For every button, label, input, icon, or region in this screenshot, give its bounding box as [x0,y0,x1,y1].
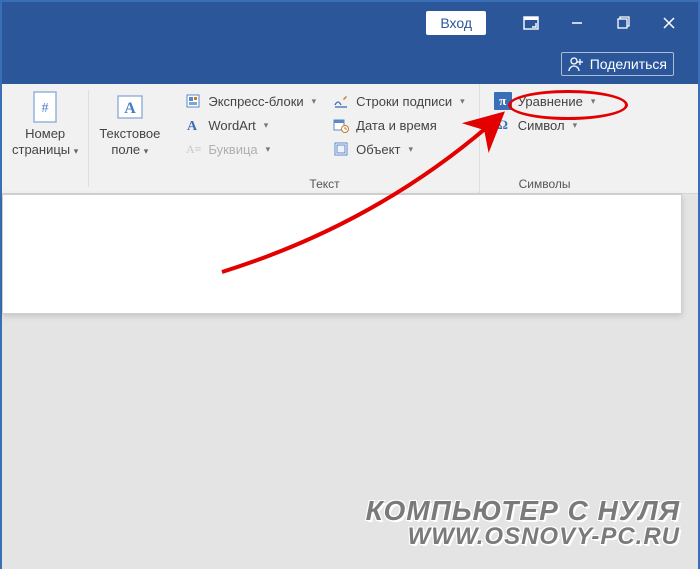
group-text: Экспресс-блоки▾ A WordArt▾ A≡ Буквица▾ С… [170,84,479,193]
ribbon: # Номер страницы ▾ A Текстовое поле ▾ [2,84,698,194]
close-icon [662,16,676,30]
wordart-button[interactable]: A WordArt▾ [180,114,320,136]
quick-parts-button[interactable]: Экспресс-блоки▾ [180,90,320,112]
textbox-label-1: Текстовое [99,126,160,142]
group-label-empty1 [8,175,82,191]
svg-text:#: # [42,101,49,116]
close-button[interactable] [646,7,692,39]
signin-button[interactable]: Вход [426,11,486,35]
wordart-icon: A [184,116,202,134]
symbols-stack: π Уравнение▾ Ω Символ▾ [486,88,604,160]
page-number-label-2: страницы ▾ [12,142,78,158]
text-stack-2: Строки подписи▾ Дата и время Объект▾ [324,88,473,162]
dropcap-icon: A≡ [184,140,202,158]
wordart-label: WordArt [208,118,255,133]
symbol-icon: Ω [494,116,512,134]
dropcap-label: Буквица [208,142,257,157]
share-label: Поделиться [590,56,667,72]
date-time-button[interactable]: Дата и время [328,114,469,136]
ribbon-display-icon [523,16,539,30]
text-stack-1: Экспресс-блоки▾ A WordArt▾ A≡ Буквица▾ [176,88,324,162]
watermark-line2: WWW.OSNOVY-PC.RU [366,525,680,549]
object-icon [332,140,350,158]
date-time-icon [332,116,350,134]
symbol-label: Символ [518,118,565,133]
watermark-line1: КОМПЬЮТЕР С НУЛЯ [366,497,680,525]
symbol-button[interactable]: Ω Символ▾ [490,114,600,136]
object-button[interactable]: Объект▾ [328,138,469,160]
restore-button[interactable] [600,7,646,39]
group-textbox: A Текстовое поле ▾ [89,84,170,193]
dropcap-button: A≡ Буквица▾ [180,138,320,160]
document-page[interactable] [2,194,682,314]
object-label: Объект [356,142,400,157]
quick-parts-icon [184,92,202,110]
share-bar: Поделиться [2,44,698,84]
signature-line-button[interactable]: Строки подписи▾ [328,90,469,112]
group-page-number: # Номер страницы ▾ [2,84,88,193]
equation-icon: π [494,92,512,110]
share-person-icon [568,56,584,72]
group-symbols: π Уравнение▾ Ω Символ▾ Символы [480,84,610,193]
ribbon-options-button[interactable] [508,7,554,39]
page-number-button[interactable]: # Номер страницы ▾ [8,88,82,159]
svg-text:A≡: A≡ [186,142,201,156]
minimize-button[interactable] [554,7,600,39]
svg-text:A: A [187,119,198,133]
date-time-label: Дата и время [356,118,437,133]
watermark: КОМПЬЮТЕР С НУЛЯ WWW.OSNOVY-PC.RU [366,497,680,549]
minimize-icon [570,16,584,30]
share-button[interactable]: Поделиться [561,52,674,76]
title-bar: Вход [2,2,698,44]
restore-icon [616,16,630,30]
quick-parts-label: Экспресс-блоки [208,94,303,109]
text-group-label: Текст [176,175,472,191]
signature-line-icon [332,92,350,110]
textbox-button[interactable]: A Текстовое поле ▾ [95,88,164,159]
textbox-label-2: поле ▾ [111,142,148,158]
group-label-empty2 [95,175,164,191]
symbols-group-label: Символы [486,175,604,191]
equation-label: Уравнение [518,94,583,109]
equation-button[interactable]: π Уравнение▾ [490,90,600,112]
svg-text:A: A [124,100,136,117]
signature-line-label: Строки подписи [356,94,452,109]
textbox-icon: A [113,90,147,124]
page-number-icon: # [28,90,62,124]
page-number-label-1: Номер [25,126,65,142]
